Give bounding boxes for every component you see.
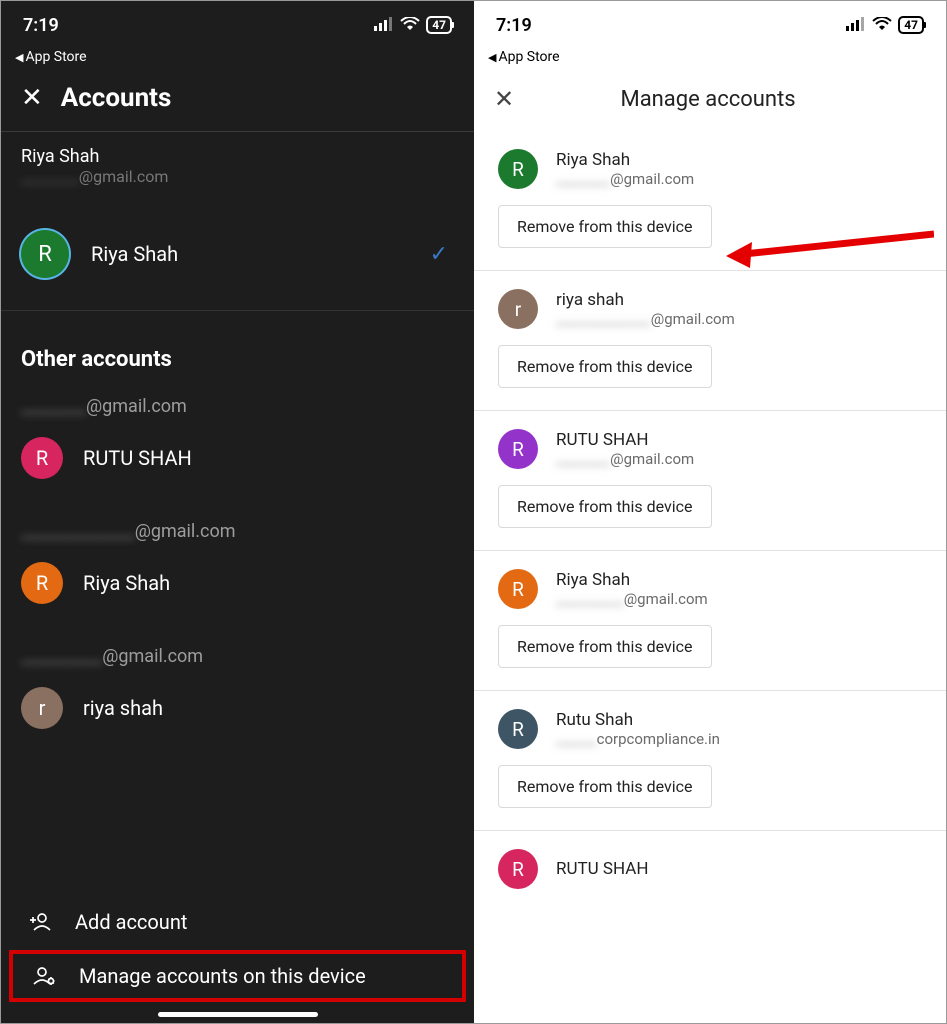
- accounts-list: RRiya Shah________@gmail.comRemove from …: [474, 131, 946, 889]
- page-title: Manage accounts: [514, 87, 902, 112]
- back-to-app-store[interactable]: ◀ App Store: [1, 49, 474, 71]
- other-account-email: ______________@gmail.com: [1, 515, 474, 544]
- account-email: __________@gmail.com: [556, 590, 708, 608]
- status-bar-left: 7:19 47: [1, 1, 474, 49]
- current-account-name: Riya Shah: [21, 146, 454, 167]
- account-card: r riya shah______________@gmail.com Remove…: [474, 271, 946, 411]
- other-account-row[interactable]: r riya shah: [1, 669, 474, 765]
- account-email: ______corpcompliance.in: [556, 730, 720, 748]
- other-account-name: RUTU SHAH: [83, 446, 192, 470]
- page-title: Accounts: [61, 83, 172, 113]
- account-info: Riya Shah________@gmail.com: [556, 150, 694, 188]
- account-name: RUTU SHAH: [556, 859, 648, 879]
- account-name: Riya Shah: [556, 150, 694, 170]
- wifi-icon: [872, 15, 892, 36]
- add-person-icon: [27, 910, 53, 934]
- left-header: ✕ Accounts: [1, 71, 474, 131]
- account-info: Rutu Shah______corpcompliance.in: [556, 710, 720, 748]
- account-card: R RUTU SHAH: [474, 831, 946, 889]
- home-indicator[interactable]: [158, 1012, 318, 1017]
- status-time: 7:19: [496, 15, 532, 36]
- back-to-app-store[interactable]: ◀ App Store: [474, 49, 946, 71]
- remove-from-device-button[interactable]: Remove from this device: [498, 205, 712, 248]
- account-card: R RUTU SHAH________@gmail.com Remove from …: [474, 411, 946, 551]
- status-icons: 47: [374, 15, 452, 36]
- cellular-icon: [846, 15, 866, 36]
- current-account-email: ________@gmail.com: [21, 167, 454, 186]
- accounts-screen: 7:19 47 ◀ App Store ✕ Accounts Riya Shah…: [1, 1, 474, 1023]
- account-email: ________@gmail.com: [556, 450, 694, 468]
- account-card: R Riya Shah________@gmail.com Remove from …: [474, 131, 946, 271]
- account-email: ______________@gmail.com: [556, 310, 735, 328]
- person-gear-icon: [31, 964, 57, 988]
- add-account-label: Add account: [75, 910, 187, 934]
- account-email: ________@gmail.com: [556, 170, 694, 188]
- back-label: App Store: [25, 49, 86, 65]
- avatar: R: [21, 562, 63, 604]
- other-account-name: Riya Shah: [83, 571, 170, 595]
- other-account-row[interactable]: R RUTU SHAH: [1, 419, 474, 515]
- close-icon[interactable]: ✕: [494, 85, 514, 113]
- other-accounts-list: ________@gmail.com R RUTU SHAH ____________…: [1, 390, 474, 765]
- avatar: R: [498, 709, 538, 749]
- account-name: RUTU SHAH: [556, 430, 694, 450]
- avatar: R: [498, 569, 538, 609]
- avatar: r: [21, 687, 63, 729]
- checkmark-icon: ✓: [430, 242, 448, 267]
- back-label: App Store: [498, 49, 559, 65]
- account-info: RUTU SHAH________@gmail.com: [556, 430, 694, 468]
- remove-from-device-button[interactable]: Remove from this device: [498, 345, 712, 388]
- status-time: 7:19: [23, 15, 59, 36]
- other-account-name: riya shah: [83, 696, 163, 720]
- account-info: RUTU SHAH: [556, 859, 648, 879]
- status-icons: 47: [846, 15, 924, 36]
- account-name: riya shah: [556, 290, 735, 310]
- selected-account-name: Riya Shah: [69, 242, 178, 266]
- selected-account-row[interactable]: R Riya Shah ✓: [1, 204, 474, 311]
- account-card: R Rutu Shah______corpcompliance.in Remove …: [474, 691, 946, 831]
- remove-from-device-button[interactable]: Remove from this device: [498, 765, 712, 808]
- other-accounts-heading: Other accounts: [1, 311, 474, 390]
- remove-from-device-button[interactable]: Remove from this device: [498, 625, 712, 668]
- battery-icon: 47: [426, 16, 452, 34]
- close-icon[interactable]: ✕: [21, 83, 43, 113]
- avatar: R: [498, 849, 538, 889]
- wifi-icon: [400, 15, 420, 36]
- add-account-button[interactable]: Add account: [1, 896, 474, 948]
- current-account-block: Riya Shah ________@gmail.com: [1, 131, 474, 204]
- back-triangle-icon: ◀: [15, 51, 23, 64]
- remove-from-device-button[interactable]: Remove from this device: [498, 485, 712, 528]
- avatar: R: [21, 230, 69, 278]
- battery-icon: 47: [898, 16, 924, 34]
- account-name: Rutu Shah: [556, 710, 720, 730]
- avatar: R: [498, 429, 538, 469]
- avatar: r: [498, 289, 538, 329]
- status-bar-right: 7:19 47: [474, 1, 946, 49]
- account-info: Riya Shah__________@gmail.com: [556, 570, 708, 608]
- account-info: riya shah______________@gmail.com: [556, 290, 735, 328]
- back-triangle-icon: ◀: [488, 51, 496, 64]
- other-account-email: ________@gmail.com: [1, 390, 474, 419]
- manage-accounts-label: Manage accounts on this device: [79, 964, 366, 988]
- manage-accounts-button[interactable]: Manage accounts on this device: [9, 950, 466, 1002]
- footer-actions: Add account Manage accounts on this devi…: [1, 896, 474, 1023]
- account-card: R Riya Shah__________@gmail.com Remove fro…: [474, 551, 946, 691]
- avatar: R: [498, 149, 538, 189]
- account-name: Riya Shah: [556, 570, 708, 590]
- avatar: R: [21, 437, 63, 479]
- other-account-email: __________@gmail.com: [1, 640, 474, 669]
- manage-accounts-screen: 7:19 47 ◀ App Store ✕ Manage accounts RR…: [474, 1, 946, 1023]
- right-header: ✕ Manage accounts: [474, 71, 946, 131]
- other-account-row[interactable]: R Riya Shah: [1, 544, 474, 640]
- cellular-icon: [374, 15, 394, 36]
